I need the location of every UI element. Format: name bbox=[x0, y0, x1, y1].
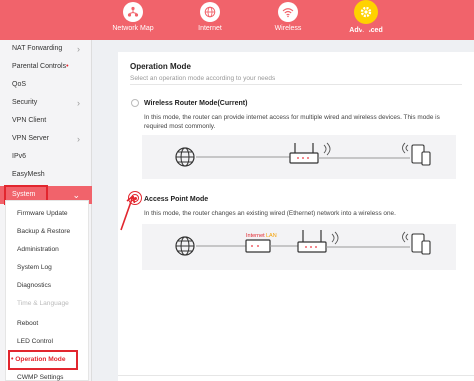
top-nav: Network Map Internet Wireless Advanced bbox=[0, 0, 474, 40]
chevron-right-icon: › bbox=[77, 44, 80, 54]
submenu-item-firmware-update[interactable]: Firmware Update bbox=[0, 205, 92, 223]
chevron-right-icon: › bbox=[77, 134, 80, 144]
submenu-item-reboot[interactable]: Reboot bbox=[0, 315, 92, 333]
nav-label: Wireless bbox=[274, 25, 302, 32]
devices-icon bbox=[411, 233, 431, 255]
sidebar: NAT Forwarding › Parental Controls• QoS … bbox=[0, 40, 92, 381]
nav-label: Advanced bbox=[349, 27, 383, 34]
submenu-item-diagnostics[interactable]: Diagnostics bbox=[0, 277, 92, 295]
option-title-access-point: Access Point Mode bbox=[144, 196, 209, 203]
sidebar-item-nat-forwarding[interactable]: NAT Forwarding › bbox=[0, 40, 92, 58]
globe-icon bbox=[175, 147, 195, 167]
page-subtitle: Select an operation mode according to yo… bbox=[130, 75, 276, 82]
nav-label: Internet bbox=[198, 25, 222, 32]
sidebar-item-label: NAT Forwarding bbox=[12, 45, 63, 52]
sidebar-item-label: QoS bbox=[12, 81, 27, 88]
wifi-icon bbox=[278, 2, 298, 22]
globe-icon bbox=[175, 236, 195, 256]
sidebar-item-vpn-client[interactable]: VPN Client bbox=[0, 112, 92, 130]
sidebar-item-label: Security bbox=[12, 99, 38, 106]
router-mode-diagram bbox=[142, 135, 456, 179]
option-desc-wireless-router: In this mode, the router can provide int… bbox=[144, 114, 440, 130]
nav-wireless[interactable]: Wireless bbox=[250, 0, 326, 32]
globe-icon bbox=[200, 2, 220, 22]
sidebar-item-parental-controls[interactable]: Parental Controls• bbox=[0, 58, 92, 76]
sidebar-item-qos[interactable]: QoS bbox=[0, 76, 92, 94]
main-panel: Operation Mode Select an operation mode … bbox=[118, 52, 474, 381]
submenu-item-label: Administration bbox=[17, 246, 59, 253]
radio-wireless-router-mode[interactable] bbox=[131, 99, 139, 107]
submenu-item-backup-restore[interactable]: Backup & Restore bbox=[0, 223, 92, 241]
sidebar-item-label: IPv6 bbox=[12, 153, 27, 160]
devices-icon bbox=[411, 144, 431, 166]
network-map-icon bbox=[123, 2, 143, 22]
wifi-signal-icon bbox=[402, 142, 409, 154]
submenu-item-label: Diagnostics bbox=[17, 282, 52, 289]
submenu-item-label: Time & Language bbox=[17, 300, 69, 307]
submenu-item-cwmp-settings[interactable]: CWMP Settings bbox=[0, 369, 92, 381]
sidebar-item-label: Parental Controls bbox=[12, 63, 67, 70]
submenu-item-system-log[interactable]: System Log bbox=[0, 259, 92, 277]
submenu-item-label: System Log bbox=[17, 264, 52, 271]
page-title: Operation Mode bbox=[130, 62, 191, 71]
wifi-signal-icon bbox=[402, 231, 409, 243]
sidebar-item-label: EasyMesh bbox=[12, 171, 45, 178]
router-icon bbox=[297, 230, 327, 253]
sidebar-item-security[interactable]: Security › bbox=[0, 94, 92, 112]
submenu-item-led-control[interactable]: LED Control bbox=[0, 333, 92, 351]
submenu-item-label: CWMP Settings bbox=[17, 374, 64, 381]
submenu-item-label: Backup & Restore bbox=[17, 228, 71, 235]
nav-advanced[interactable]: Advanced bbox=[328, 0, 404, 34]
modem-icon bbox=[245, 239, 271, 253]
nav-label: Network Map bbox=[112, 25, 154, 32]
access-point-diagram: Internet LAN bbox=[142, 224, 456, 270]
sidebar-item-vpn-server[interactable]: VPN Server › bbox=[0, 130, 92, 148]
option-desc-access-point: In this mode, the router changes an exis… bbox=[144, 210, 396, 217]
internet-port-label: Internet bbox=[246, 233, 265, 239]
sidebar-item-ipv6[interactable]: IPv6 bbox=[0, 148, 92, 166]
submenu-item-label: Firmware Update bbox=[17, 210, 68, 217]
wifi-signal-icon bbox=[331, 231, 339, 245]
gear-icon bbox=[354, 0, 378, 24]
sidebar-item-easymesh[interactable]: EasyMesh bbox=[0, 166, 92, 184]
lan-port-label: LAN bbox=[266, 233, 277, 239]
sidebar-item-label: VPN Server bbox=[12, 135, 49, 142]
nav-internet[interactable]: Internet bbox=[172, 0, 248, 32]
bottom-divider bbox=[118, 375, 474, 376]
new-dot-icon: • bbox=[66, 63, 69, 70]
nav-network-map[interactable]: Network Map bbox=[95, 0, 171, 32]
wifi-signal-icon bbox=[323, 142, 331, 156]
divider bbox=[130, 84, 462, 85]
submenu-item-time-language: Time & Language bbox=[0, 295, 92, 313]
submenu-item-label: Reboot bbox=[17, 320, 39, 327]
highlight-box-operation-mode bbox=[8, 350, 78, 370]
sidebar-item-label: VPN Client bbox=[12, 117, 47, 124]
chevron-right-icon: › bbox=[77, 98, 80, 108]
submenu-item-administration[interactable]: Administration bbox=[0, 241, 92, 259]
option-title-wireless-router: Wireless Router Mode(Current) bbox=[144, 100, 248, 107]
submenu-item-label: LED Control bbox=[17, 338, 53, 345]
router-icon bbox=[289, 143, 319, 164]
annotation-arrow-icon bbox=[120, 195, 136, 231]
